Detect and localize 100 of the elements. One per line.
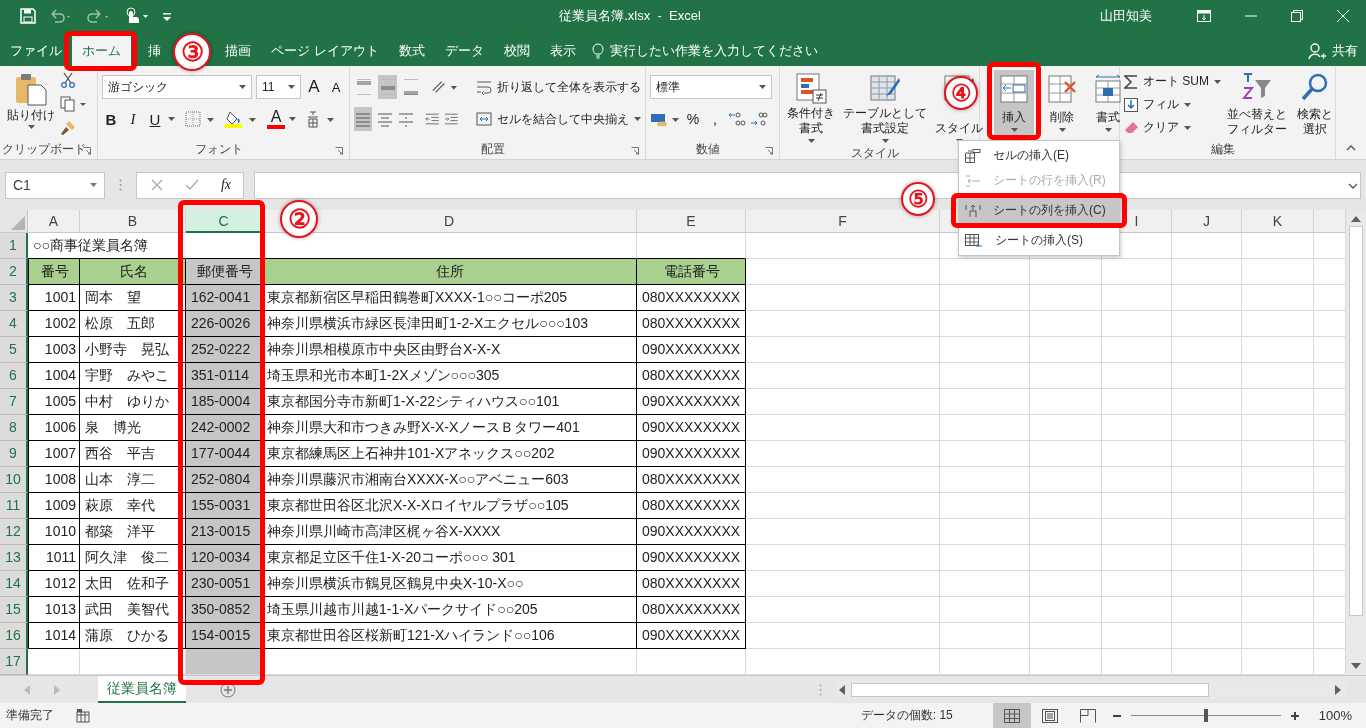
macro-record-icon[interactable]: [76, 708, 90, 723]
sheet-tab[interactable]: 従業員名簿: [98, 676, 186, 703]
cells-button[interactable]: 削除: [1042, 70, 1082, 136]
borders-icon[interactable]: [185, 111, 215, 127]
copy-icon[interactable]: [60, 96, 88, 112]
ribbon-tab[interactable]: 描画: [215, 36, 261, 66]
increase-indent-icon[interactable]: [443, 111, 458, 127]
menu-item[interactable]: セルの挿入(E): [959, 143, 1119, 168]
insert-function-button[interactable]: fx: [220, 177, 231, 193]
ribbon-tab[interactable]: 挿: [138, 36, 171, 66]
row-header[interactable]: 12: [0, 519, 28, 545]
column-header[interactable]: A: [28, 210, 80, 233]
font-color-button[interactable]: A: [267, 109, 285, 129]
dialog-launcher-icon[interactable]: [335, 147, 343, 155]
row-header[interactable]: 4: [0, 311, 28, 337]
scroll-left-icon[interactable]: [839, 684, 845, 695]
row-header[interactable]: 14: [0, 571, 28, 597]
ribbon-options-icon[interactable]: [1197, 10, 1211, 22]
grow-font-button[interactable]: A: [305, 77, 323, 97]
editing-button[interactable]: フィル: [1124, 95, 1191, 114]
merge-center-button[interactable]: セルを結合して中央揃え: [476, 110, 641, 128]
phonetic-guide-icon[interactable]: [306, 110, 336, 128]
dialog-launcher-icon[interactable]: [83, 147, 91, 155]
style-button[interactable]: 条件付き 書式: [784, 70, 838, 145]
ribbon-tab[interactable]: 表示: [539, 36, 586, 66]
sort-filter-button[interactable]: 並べ替えと フィルター: [1223, 70, 1291, 139]
column-header[interactable]: B: [80, 210, 186, 233]
dialog-launcher-icon[interactable]: [631, 147, 639, 155]
ribbon-tab[interactable]: 数式: [388, 36, 435, 66]
ribbon-tab[interactable]: データ: [434, 36, 494, 66]
check-icon[interactable]: [184, 179, 199, 191]
row-header[interactable]: 16: [0, 623, 28, 649]
save-icon[interactable]: [20, 8, 36, 24]
dialog-launcher-icon[interactable]: [765, 147, 773, 155]
close-icon[interactable]: [1337, 10, 1349, 22]
caret-icon[interactable]: [289, 117, 296, 121]
font-size-field[interactable]: 11: [255, 75, 301, 99]
cells-button[interactable]: 挿入: [994, 70, 1034, 136]
column-header[interactable]: E: [637, 210, 746, 233]
currency-icon[interactable]: [650, 111, 680, 127]
fill-color-icon[interactable]: [225, 110, 257, 128]
vertical-align-button[interactable]: [377, 75, 398, 99]
row-header[interactable]: 13: [0, 545, 28, 571]
shrink-font-button[interactable]: A: [327, 79, 345, 95]
row-header[interactable]: 1: [0, 233, 28, 259]
ribbon-tab[interactable]: ホーム: [72, 36, 131, 66]
row-header[interactable]: 11: [0, 493, 28, 519]
slider-thumb[interactable]: [1203, 709, 1208, 722]
underline-button[interactable]: U: [146, 110, 164, 128]
comma-button[interactable]: ,: [706, 111, 724, 127]
customize-icon[interactable]: [162, 10, 172, 22]
find-select-button[interactable]: 検索と 選択: [1293, 70, 1337, 139]
italic-button[interactable]: I: [124, 110, 142, 128]
format-painter-icon[interactable]: [60, 120, 76, 136]
menu-item[interactable]: シートの列を挿入(C): [959, 198, 1119, 223]
view-button[interactable]: [992, 703, 1031, 728]
vertical-scrollbar[interactable]: [1346, 210, 1366, 675]
share-button[interactable]: 共有: [1308, 36, 1366, 66]
touch-mode-icon[interactable]: [124, 7, 150, 25]
restore-icon[interactable]: [1291, 10, 1303, 22]
row-header[interactable]: 10: [0, 467, 28, 493]
expand-icon[interactable]: [1348, 183, 1358, 189]
cancel-icon[interactable]: [151, 179, 163, 191]
text-orientation-icon[interactable]: [431, 79, 458, 95]
column-header[interactable]: J: [1172, 210, 1242, 233]
zoom-in-icon[interactable]: [1290, 711, 1299, 720]
scroll-down-icon[interactable]: [1351, 663, 1361, 669]
font-name-field[interactable]: 游ゴシック: [102, 75, 252, 99]
ribbon-tab[interactable]: ページ レイアウト: [261, 36, 389, 66]
caret-icon[interactable]: [168, 117, 175, 121]
column-header[interactable]: K: [1242, 210, 1314, 233]
style-button[interactable]: テーブルとして 書式設定: [840, 70, 930, 145]
decrease-decimal-icon[interactable]: [750, 111, 768, 127]
name-box[interactable]: C1: [5, 171, 105, 199]
row-header[interactable]: 7: [0, 389, 28, 415]
increase-decimal-icon[interactable]: [728, 111, 746, 127]
row-header[interactable]: 6: [0, 363, 28, 389]
row-header[interactable]: 5: [0, 337, 28, 363]
ribbon-tab[interactable]: ファイル: [0, 36, 72, 66]
column-header[interactable]: C: [186, 210, 262, 233]
row-header[interactable]: 3: [0, 285, 28, 311]
scissors-icon[interactable]: [60, 72, 76, 88]
bold-button[interactable]: B: [102, 110, 120, 128]
row-header[interactable]: 15: [0, 597, 28, 623]
editing-button[interactable]: オート SUM: [1124, 72, 1221, 91]
collapse-ribbon-icon[interactable]: [1346, 145, 1356, 151]
ribbon-tab[interactable]: 校閲: [493, 36, 540, 66]
tell-me-field[interactable]: 実行したい作業を入力してください: [591, 36, 818, 66]
zoom-level[interactable]: 100%: [1318, 708, 1352, 723]
row-header[interactable]: 9: [0, 441, 28, 467]
decrease-indent-icon[interactable]: [425, 111, 440, 127]
scroll-right-icon[interactable]: [1335, 684, 1341, 695]
row-header[interactable]: 2: [0, 259, 28, 285]
number-format-field[interactable]: 標準: [650, 75, 772, 99]
column-header[interactable]: F: [746, 210, 940, 233]
paste-button[interactable]: 貼り付け: [4, 70, 58, 139]
scroll-up-icon[interactable]: [1351, 216, 1361, 222]
percent-button[interactable]: %: [684, 111, 702, 127]
row-header[interactable]: 8: [0, 415, 28, 441]
wrap-text-button[interactable]: 折り返して全体を表示する: [476, 78, 641, 96]
